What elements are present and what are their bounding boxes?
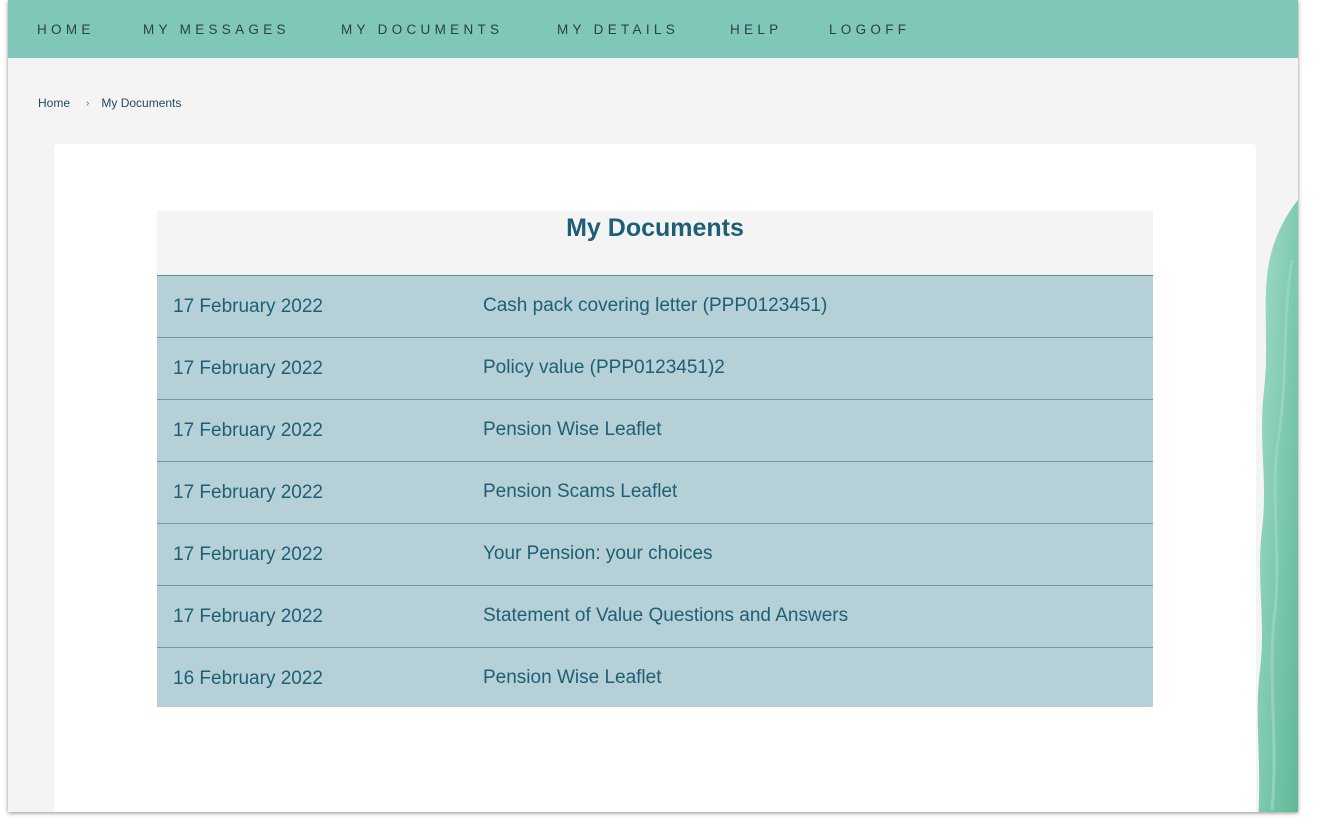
documents-header: My Documents [157, 211, 1153, 276]
document-link[interactable]: Policy value (PPP0123451)2 [483, 357, 725, 379]
document-link[interactable]: Pension Scams Leaflet [483, 481, 677, 503]
document-row[interactable]: 17 February 2022 Your Pension: your choi… [157, 524, 1153, 586]
top-navigation: HOME MY MESSAGES MY DOCUMENTS MY DETAILS… [8, 0, 1298, 58]
document-link[interactable]: Pension Wise Leaflet [483, 667, 662, 689]
document-date: 17 February 2022 [173, 606, 323, 627]
document-link[interactable]: Your Pension: your choices [483, 543, 713, 565]
browser-page: HOME MY MESSAGES MY DOCUMENTS MY DETAILS… [8, 0, 1298, 812]
breadcrumb: Home › My Documents [38, 96, 181, 110]
document-date: 17 February 2022 [173, 296, 323, 317]
document-row[interactable]: 17 February 2022 Cash pack covering lett… [157, 276, 1153, 338]
nav-logoff[interactable]: LOGOFF [829, 22, 910, 37]
document-link[interactable]: Cash pack covering letter (PPP0123451) [483, 295, 827, 317]
document-row[interactable]: 17 February 2022 Pension Wise Leaflet [157, 400, 1153, 462]
documents-panel: My Documents 17 February 2022 Cash pack … [157, 211, 1153, 707]
document-date: 17 February 2022 [173, 482, 323, 503]
document-link[interactable]: Pension Wise Leaflet [483, 419, 662, 441]
nav-home[interactable]: HOME [37, 22, 95, 37]
document-link[interactable]: Statement of Value Questions and Answers [483, 605, 848, 627]
document-date: 17 February 2022 [173, 358, 323, 379]
page-title: My Documents [566, 214, 744, 242]
nav-my-documents[interactable]: MY DOCUMENTS [341, 22, 503, 37]
document-row[interactable]: 17 February 2022 Statement of Value Ques… [157, 586, 1153, 648]
document-row[interactable]: 17 February 2022 Policy value (PPP012345… [157, 338, 1153, 400]
breadcrumb-current: My Documents [101, 96, 182, 110]
breadcrumb-home-link[interactable]: Home [38, 96, 70, 110]
document-date: 17 February 2022 [173, 420, 323, 441]
nav-my-messages[interactable]: MY MESSAGES [143, 22, 290, 37]
document-row[interactable]: 17 February 2022 Pension Scams Leaflet [157, 462, 1153, 524]
document-date: 16 February 2022 [173, 668, 323, 689]
document-date: 17 February 2022 [173, 544, 323, 565]
nav-help[interactable]: HELP [730, 22, 782, 37]
breadcrumb-separator-icon: › [86, 97, 90, 109]
decorative-background-image [1257, 200, 1298, 812]
nav-my-details[interactable]: MY DETAILS [557, 22, 679, 37]
document-row[interactable]: 16 February 2022 Pension Wise Leaflet [157, 648, 1153, 707]
